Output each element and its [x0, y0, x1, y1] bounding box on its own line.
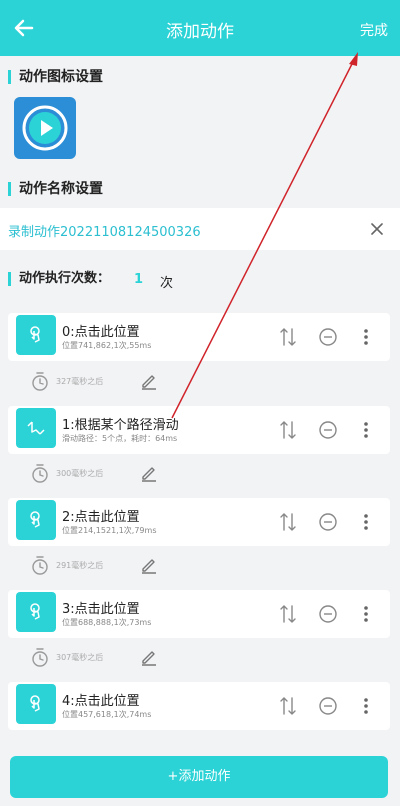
action-type-badge [16, 500, 56, 540]
edit-delay-icon[interactable] [140, 557, 158, 575]
execution-count-label: 动作执行次数： [8, 272, 110, 286]
action-card[interactable]: 4:点击此位置 位置457,618,1次,74ms [8, 682, 390, 730]
page-title: 添加动作 [166, 22, 234, 42]
action-type-badge [16, 315, 56, 355]
reorder-icon[interactable] [278, 695, 298, 717]
remove-icon[interactable] [318, 696, 338, 716]
timer-icon [32, 556, 48, 575]
edit-delay-icon[interactable] [140, 649, 158, 667]
tap-icon [30, 326, 40, 343]
delay-text: 291毫秒之后 [56, 561, 104, 570]
action-icon-picker[interactable] [14, 97, 76, 159]
action-detail: 滑动路径：5个点，耗时：64ms [62, 434, 178, 443]
action-title: 3:点击此位置 [62, 602, 140, 617]
more-options-icon[interactable] [362, 327, 370, 347]
remove-icon[interactable] [318, 604, 338, 624]
execution-count-unit: 次 [160, 276, 174, 291]
action-card[interactable]: 2:点击此位置 位置214,1521,1次,79ms [8, 498, 390, 546]
icon-section-title: 动作图标设置 [8, 70, 103, 84]
action-title: 0:点击此位置 [62, 325, 140, 340]
top-app-bar: 添加动作 完成 [0, 0, 400, 56]
action-detail: 位置457,618,1次,74ms [62, 710, 152, 719]
reorder-icon[interactable] [278, 511, 298, 533]
action-card[interactable]: 0:点击此位置 位置741,862,1次,55ms [8, 313, 390, 361]
reorder-icon[interactable] [278, 419, 298, 441]
edit-delay-icon[interactable] [140, 465, 158, 483]
timer-icon [32, 464, 48, 483]
reorder-icon[interactable] [278, 603, 298, 625]
name-section-title: 动作名称设置 [8, 182, 103, 196]
remove-icon[interactable] [318, 512, 338, 532]
more-options-icon[interactable] [362, 604, 370, 624]
action-detail: 位置688,888,1次,73ms [62, 618, 152, 627]
action-detail: 位置214,1521,1次,79ms [62, 526, 157, 535]
action-name-field[interactable]: 录制动作20221108124500326 [0, 208, 400, 250]
more-options-icon[interactable] [362, 512, 370, 532]
tap-icon [30, 511, 40, 528]
action-type-badge [16, 408, 56, 448]
delay-text: 307毫秒之后 [56, 653, 104, 662]
action-title: 4:点击此位置 [62, 694, 140, 709]
action-type-badge [16, 684, 56, 724]
action-type-badge [16, 592, 56, 632]
timer-icon [32, 372, 48, 391]
action-title: 2:点击此位置 [62, 510, 140, 525]
play-icon [22, 105, 68, 151]
clear-icon[interactable] [368, 220, 386, 238]
swipe-path-icon [27, 421, 45, 435]
more-options-icon[interactable] [362, 420, 370, 440]
more-options-icon[interactable] [362, 696, 370, 716]
remove-icon[interactable] [318, 327, 338, 347]
tap-icon [30, 603, 40, 620]
edit-delay-icon[interactable] [140, 373, 158, 391]
action-title: 1:根据某个路径滑动 [62, 418, 179, 433]
action-detail: 位置741,862,1次,55ms [62, 341, 152, 350]
delay-text: 300毫秒之后 [56, 469, 104, 478]
action-name-input[interactable]: 录制动作20221108124500326 [8, 221, 201, 240]
action-card[interactable]: 1:根据某个路径滑动 滑动路径：5个点，耗时：64ms [8, 406, 390, 454]
timer-icon [32, 648, 48, 667]
remove-icon[interactable] [318, 420, 338, 440]
action-card[interactable]: 3:点击此位置 位置688,888,1次,73ms [8, 590, 390, 638]
done-button[interactable]: 完成 [360, 20, 388, 40]
delay-text: 327毫秒之后 [56, 377, 104, 386]
reorder-icon[interactable] [278, 326, 298, 348]
tap-icon [30, 695, 40, 712]
execution-count-value[interactable]: 1 [134, 272, 143, 287]
add-action-button[interactable]: +添加动作 [10, 756, 388, 798]
